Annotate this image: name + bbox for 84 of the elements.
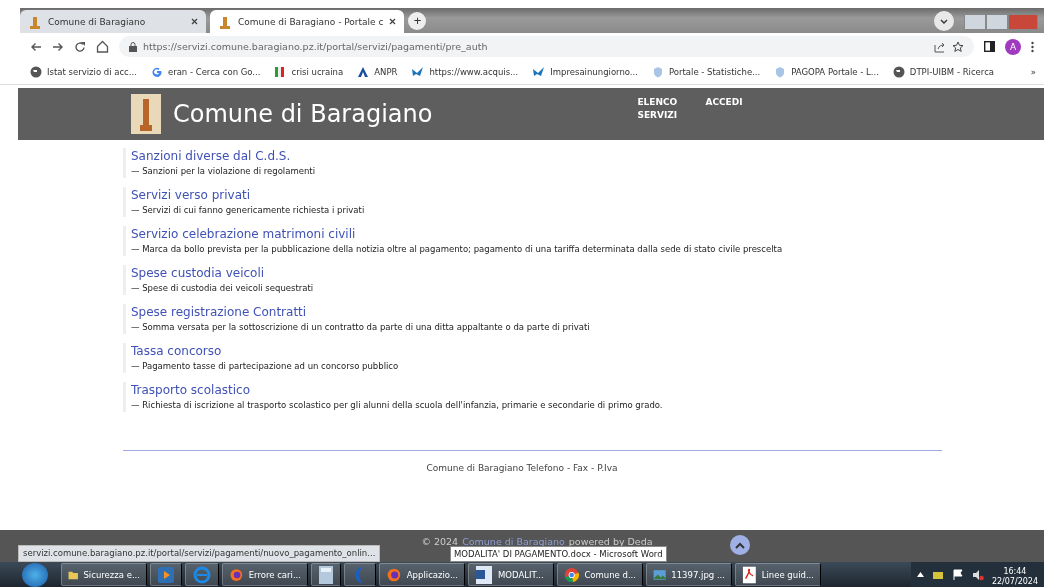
flag-icon bbox=[274, 66, 287, 78]
shield-icon bbox=[652, 66, 664, 78]
service-description: — Marca da bollo prevista per la pubblicazione della notizia oltre al pagamento; pagamento di una tariffa determinata dalla sede di stato civile prescelta bbox=[131, 243, 784, 256]
menu-icon[interactable] bbox=[1031, 40, 1034, 53]
site-title: Comune di Baragiano bbox=[173, 100, 433, 128]
lock-icon bbox=[129, 41, 137, 52]
tower-icon bbox=[218, 14, 232, 29]
taskbar-button[interactable]: MODALIT... bbox=[468, 563, 554, 586]
bird-icon bbox=[411, 66, 425, 78]
status-url: servizi.comune.baragiano.pz.it/portal/servizi/pagamenti/nuovo_pagamento_onlin... bbox=[18, 545, 381, 562]
service-description: — Somma versata per la sottoscrizione di un contratto da parte di una ditta appaltante o da parte di privati bbox=[131, 321, 591, 334]
taskbar-button[interactable] bbox=[150, 563, 182, 586]
globe-icon bbox=[30, 66, 42, 78]
taskbar-button[interactable]: Errore cari... bbox=[222, 563, 308, 586]
browser-tab[interactable]: Comune di Baragiano - Portale c bbox=[210, 10, 405, 33]
pdf-icon bbox=[742, 564, 757, 585]
back-icon[interactable] bbox=[30, 41, 42, 52]
service-link[interactable]: Servizio celebrazione matrimoni civili bbox=[131, 226, 1044, 242]
e-logo-icon bbox=[192, 564, 212, 585]
side-panel-icon[interactable] bbox=[984, 41, 995, 52]
service-link[interactable]: Sanzioni diverse dal C.d.S. bbox=[131, 148, 1044, 164]
more-bookmarks-button[interactable]: » bbox=[1030, 67, 1036, 77]
play-icon bbox=[157, 565, 175, 584]
flag-icon[interactable] bbox=[951, 568, 964, 581]
footer-contacts: Comune di Baragiano Telefono - Fax - P.Iva bbox=[425, 463, 619, 473]
start-button[interactable] bbox=[22, 562, 48, 587]
bookmark[interactable]: Istat servizio di acc... bbox=[30, 66, 137, 78]
service-link[interactable]: Spese custodia veicoli bbox=[131, 265, 1044, 281]
new-tab-button[interactable]: + bbox=[408, 12, 427, 30]
service-link[interactable]: Spese registrazione Contratti bbox=[131, 304, 1044, 320]
close-icon[interactable] bbox=[389, 18, 397, 25]
reload-icon[interactable] bbox=[74, 40, 86, 53]
shield-icon bbox=[774, 66, 787, 78]
taskbar-button[interactable]: 11397.jpg ... bbox=[646, 563, 732, 586]
profile-avatar[interactable]: A bbox=[1005, 38, 1021, 55]
bookmark[interactable]: PAGOPA Portale - L... bbox=[774, 66, 879, 78]
calculator-icon bbox=[318, 564, 334, 585]
service-description: — Sanzioni per la violazione di regolamenti bbox=[131, 165, 317, 178]
home-icon[interactable] bbox=[96, 40, 109, 53]
chevron-down-icon bbox=[940, 18, 948, 24]
service-description: — Richiesta di iscrizione al trasporto scolastico per gli alunni della scuola dell'infanzia, primarie e secondarie di primo grado. bbox=[131, 399, 664, 412]
share-icon[interactable] bbox=[934, 40, 946, 53]
forward-icon[interactable] bbox=[52, 41, 64, 52]
bird-icon bbox=[532, 66, 546, 78]
nav-link[interactable]: ACCEDI bbox=[705, 96, 750, 122]
taskbar-button[interactable]: Sicurezza e... bbox=[61, 563, 147, 586]
bookmark[interactable]: DTPI-UIBM - Ricerca bbox=[892, 66, 995, 78]
a-logo-icon bbox=[357, 66, 370, 78]
tray-arrow-icon[interactable] bbox=[916, 572, 924, 577]
service-link[interactable]: Trasporto scolastico bbox=[131, 382, 1044, 398]
bookmark[interactable]: eran - Cerca con Go... bbox=[150, 66, 261, 78]
bookmark[interactable]: crisi ucraina bbox=[274, 66, 344, 78]
tower-logo-icon bbox=[131, 94, 161, 134]
bookmark[interactable]: ANPR bbox=[357, 66, 398, 78]
copyright-text: © 2024 bbox=[421, 536, 459, 547]
bookmark[interactable]: https://www.acquis... bbox=[411, 66, 519, 78]
nav-link[interactable]: ELENCO SERVIZI bbox=[637, 96, 682, 122]
star-icon[interactable] bbox=[952, 40, 964, 53]
document-icon bbox=[475, 564, 493, 585]
taskbar-button[interactable]: Comune d... bbox=[557, 563, 643, 586]
chevron-up-icon bbox=[735, 541, 745, 549]
close-icon[interactable] bbox=[191, 18, 198, 25]
speaker-muted-icon[interactable] bbox=[971, 568, 984, 581]
service-description: — Servizi di cui fanno genericamente richiesta i privati bbox=[131, 204, 366, 217]
bookmark[interactable]: Portale - Statistiche... bbox=[652, 66, 761, 78]
taskbar-button[interactable]: Linee guid... bbox=[735, 563, 821, 586]
tab-search-button[interactable] bbox=[934, 11, 954, 31]
bookmark[interactable]: Impresainungiorno... bbox=[532, 66, 638, 78]
tooltip: MODALITA' DI PAGAMENTO.docx - Microsoft Word bbox=[450, 546, 667, 562]
service-description: — Spese di custodia dei veicoli sequestrati bbox=[131, 282, 315, 295]
service-link[interactable]: Servizi verso privati bbox=[131, 187, 1044, 203]
url-text: https://servizi.comune.baragiano.pz.it/portal/servizi/pagamenti/pre_auth bbox=[143, 41, 488, 52]
browser-tab[interactable]: Comune di Baragiano bbox=[20, 10, 206, 33]
taskbar-button[interactable]: Applicazio... bbox=[379, 563, 465, 586]
address-bar[interactable]: https://servizi.comune.baragiano.pz.it/portal/servizi/pagamenti/pre_auth bbox=[119, 36, 974, 57]
taskbar-button[interactable] bbox=[344, 563, 376, 586]
taskbar-button[interactable] bbox=[185, 563, 219, 586]
service-description: — Pagamento tasse di partecipazione ad un concorso pubblico bbox=[131, 360, 400, 373]
service-link[interactable]: Tassa concorso bbox=[131, 343, 1044, 359]
g-icon bbox=[150, 66, 163, 78]
taskbar-button[interactable] bbox=[311, 563, 341, 586]
powered-by-text: powered by Deda bbox=[568, 536, 653, 547]
globe-icon bbox=[892, 66, 905, 78]
tower-icon bbox=[28, 14, 42, 29]
